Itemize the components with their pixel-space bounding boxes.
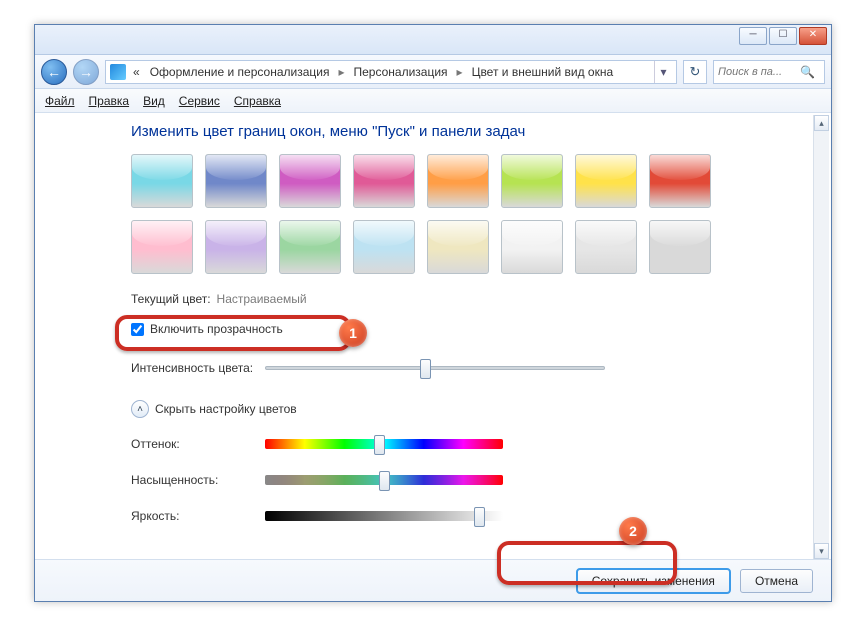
save-changes-button[interactable]: Сохранить изменения (577, 569, 730, 593)
search-box[interactable]: 🔍 (713, 60, 825, 84)
page-heading: Изменить цвет границ окон, меню "Пуск" и… (131, 123, 807, 140)
color-swatch[interactable] (279, 154, 341, 208)
collapse-label[interactable]: Скрыть настройку цветов (155, 402, 297, 416)
hue-label: Оттенок: (131, 437, 259, 451)
current-color-label: Текущий цвет: (131, 292, 211, 306)
search-input[interactable] (718, 66, 796, 78)
menu-bar: Файл Правка Вид Сервис Справка (35, 89, 831, 113)
transparency-checkbox[interactable] (131, 323, 144, 336)
chevron-right-icon: ▸ (336, 65, 346, 79)
brightness-row: Яркость: (131, 506, 807, 526)
chevron-right-icon: ▸ (455, 65, 465, 79)
color-swatch[interactable] (501, 220, 563, 274)
color-swatch[interactable] (279, 220, 341, 274)
saturation-slider[interactable] (265, 470, 503, 490)
hue-slider[interactable] (265, 434, 503, 454)
brightness-label: Яркость: (131, 509, 259, 523)
menu-edit[interactable]: Правка (89, 94, 130, 108)
intensity-label: Интенсивность цвета: (131, 361, 259, 375)
window-close-button[interactable]: ✕ (799, 27, 827, 45)
address-bar[interactable]: « Оформление и персонализация ▸ Персонал… (105, 60, 677, 84)
transparency-row: Включить прозрачность (131, 322, 807, 336)
color-swatch[interactable] (205, 220, 267, 274)
slider-thumb[interactable] (379, 471, 390, 491)
slider-thumb[interactable] (474, 507, 485, 527)
titlebar: ─ ☐ ✕ (35, 25, 831, 55)
footer-buttons: Сохранить изменения Отмена (35, 559, 831, 601)
vertical-scrollbar[interactable]: ▴ ▾ (813, 115, 829, 559)
saturation-label: Насыщенность: (131, 473, 259, 487)
menu-file[interactable]: Файл (45, 94, 75, 108)
menu-help[interactable]: Справка (234, 94, 281, 108)
current-color-value: Настраиваемый (217, 292, 307, 306)
breadcrumb-3[interactable]: Цвет и внешний вид окна (469, 63, 617, 81)
color-swatch[interactable] (353, 220, 415, 274)
transparency-label: Включить прозрачность (150, 322, 283, 336)
scroll-up-button[interactable]: ▴ (814, 115, 829, 131)
address-dropdown-button[interactable]: ▾ (654, 61, 672, 83)
color-swatch[interactable] (501, 154, 563, 208)
breadcrumb-prefix[interactable]: « (130, 63, 143, 81)
color-swatch[interactable] (131, 220, 193, 274)
hue-row: Оттенок: (131, 434, 807, 454)
color-swatch[interactable] (131, 154, 193, 208)
color-swatch[interactable] (353, 154, 415, 208)
control-panel-icon (110, 64, 126, 80)
color-swatch[interactable] (575, 154, 637, 208)
color-swatch-grid (131, 154, 751, 274)
slider-thumb[interactable] (374, 435, 385, 455)
color-swatch[interactable] (205, 154, 267, 208)
menu-tools[interactable]: Сервис (179, 94, 220, 108)
explorer-window: ─ ☐ ✕ ← → « Оформление и персонализация … (34, 24, 832, 602)
scroll-down-button[interactable]: ▾ (814, 543, 829, 559)
color-swatch[interactable] (575, 220, 637, 274)
nav-back-button[interactable]: ← (41, 59, 67, 85)
color-swatch[interactable] (649, 154, 711, 208)
collapse-toggle-icon[interactable]: ˄ (131, 400, 149, 418)
collapse-row: ˄ Скрыть настройку цветов (131, 400, 807, 418)
breadcrumb-2[interactable]: Персонализация (350, 63, 450, 81)
nav-toolbar: ← → « Оформление и персонализация ▸ Перс… (35, 55, 831, 89)
window-maximize-button[interactable]: ☐ (769, 27, 797, 45)
breadcrumb-1[interactable]: Оформление и персонализация (147, 63, 333, 81)
color-swatch[interactable] (649, 220, 711, 274)
menu-view[interactable]: Вид (143, 94, 165, 108)
color-swatch[interactable] (427, 154, 489, 208)
refresh-button[interactable]: ↻ (683, 60, 707, 84)
current-color-row: Текущий цвет: Настраиваемый (131, 292, 807, 306)
saturation-row: Насыщенность: (131, 470, 807, 490)
intensity-row: Интенсивность цвета: (131, 358, 807, 378)
intensity-slider[interactable] (265, 358, 605, 378)
search-icon: 🔍 (800, 65, 815, 79)
nav-forward-button[interactable]: → (73, 59, 99, 85)
slider-thumb[interactable] (420, 359, 431, 379)
content-area: Изменить цвет границ окон, меню "Пуск" и… (35, 115, 831, 559)
brightness-slider[interactable] (265, 506, 503, 526)
window-minimize-button[interactable]: ─ (739, 27, 767, 45)
color-swatch[interactable] (427, 220, 489, 274)
cancel-button[interactable]: Отмена (740, 569, 813, 593)
